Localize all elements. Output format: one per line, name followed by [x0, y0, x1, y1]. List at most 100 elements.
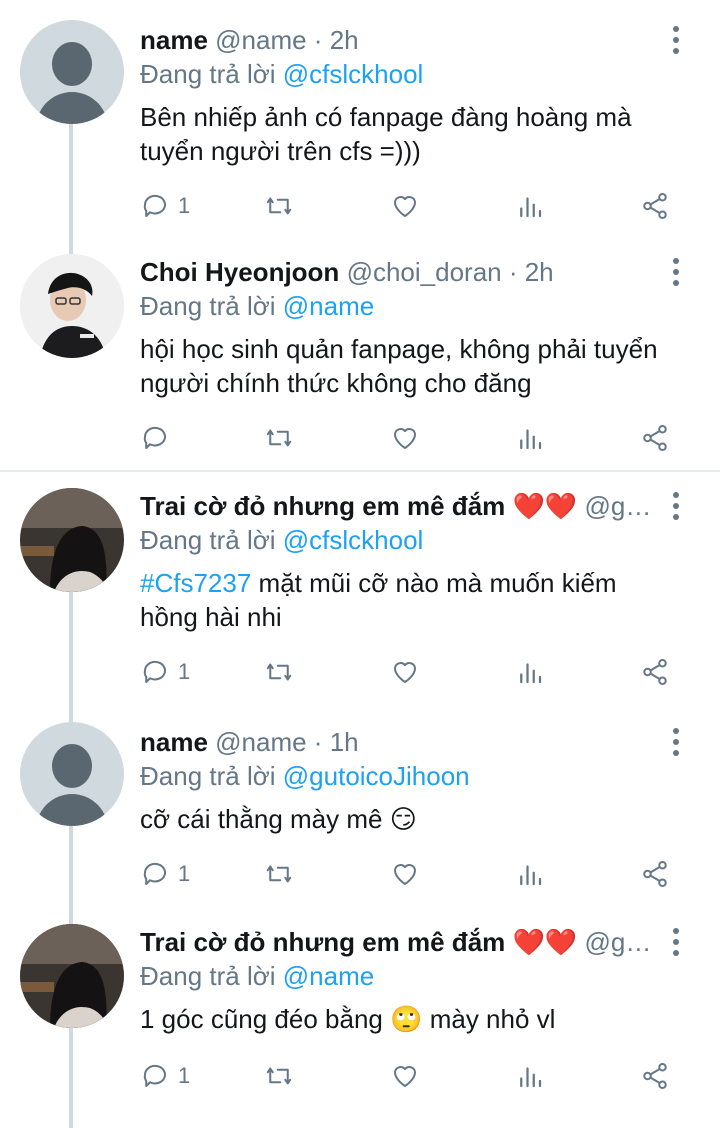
reply-button[interactable]: 1	[140, 1059, 190, 1093]
avatar[interactable]	[20, 254, 124, 358]
analytics-button[interactable]	[515, 189, 545, 223]
tweet-text: hội học sinh quản fanpage, không phải tu…	[140, 334, 658, 398]
display-name[interactable]: name	[140, 25, 208, 55]
retweet-button[interactable]	[264, 655, 294, 689]
analytics-button[interactable]	[515, 655, 545, 689]
thread-connector	[69, 1026, 73, 1128]
mention-link[interactable]: @name	[283, 961, 374, 991]
like-button[interactable]	[390, 1059, 420, 1093]
like-button[interactable]	[390, 655, 420, 689]
analytics-icon	[520, 1067, 542, 1088]
like-button[interactable]	[390, 421, 420, 455]
handle-and-time: @g…	[584, 927, 652, 957]
reply-button[interactable]: 1	[140, 189, 190, 223]
reply-count: 1	[178, 193, 191, 218]
share-button[interactable]	[640, 1059, 670, 1093]
mention-link[interactable]: @cfslckhool	[283, 59, 424, 89]
retweet-button[interactable]	[264, 421, 294, 455]
like-button[interactable]	[390, 189, 420, 223]
share-icon	[643, 425, 667, 451]
retweet-button[interactable]	[264, 857, 294, 891]
mention-link[interactable]: @cfslckhool	[283, 525, 424, 555]
tweet-content[interactable]: Trai cờ đỏ nhưng em mê đắm ❤️❤️ @g… Đang…	[140, 926, 658, 1036]
more-vertical-icon[interactable]	[666, 490, 686, 522]
mention-link[interactable]: @name	[283, 291, 374, 321]
thread-connector	[69, 592, 73, 722]
share-icon	[643, 1063, 667, 1089]
more-vertical-icon[interactable]	[666, 926, 686, 958]
analytics-icon	[520, 429, 542, 450]
avatar-photo	[20, 488, 124, 592]
divider	[0, 470, 720, 472]
tweet-text: cỡ cái thằng mày mê 😏	[140, 804, 417, 834]
reply-count: 1	[178, 861, 191, 886]
heart-icon	[394, 864, 416, 885]
retweet-icon	[266, 1067, 292, 1085]
share-icon	[643, 193, 667, 219]
avatar[interactable]	[20, 924, 124, 1028]
retweet-icon	[266, 865, 292, 883]
replying-to: Đang trả lời @name	[140, 961, 375, 991]
replying-to: Đang trả lời @cfslckhool	[140, 59, 424, 89]
reply-button[interactable]: 1	[140, 655, 190, 689]
replying-to: Đang trả lời @cfslckhool	[140, 525, 424, 555]
handle-and-time: @g…	[584, 491, 652, 521]
like-button[interactable]	[390, 857, 420, 891]
analytics-icon	[520, 865, 542, 886]
retweet-icon	[266, 663, 292, 681]
avatar-photo	[20, 254, 124, 358]
share-button[interactable]	[640, 655, 670, 689]
tweet-actions	[140, 421, 670, 455]
reply-count: 1	[178, 659, 191, 684]
tweet-text: Bên nhiếp ảnh có fanpage đàng hoàng mà t…	[140, 102, 632, 166]
tweet-content[interactable]: Trai cờ đỏ nhưng em mê đắm ❤️❤️ @g… Đang…	[140, 490, 658, 634]
analytics-button[interactable]	[515, 857, 545, 891]
share-icon	[643, 659, 667, 685]
more-vertical-icon[interactable]	[666, 726, 686, 758]
reply-icon	[143, 426, 166, 449]
retweet-icon	[266, 429, 292, 447]
tweet-actions: 1	[140, 857, 670, 891]
analytics-button[interactable]	[515, 421, 545, 455]
heart-icon	[394, 428, 416, 449]
tweet-actions: 1	[140, 189, 670, 223]
avatar[interactable]	[20, 20, 124, 124]
replying-to: Đang trả lời @name	[140, 291, 375, 321]
display-name[interactable]: Trai cờ đỏ nhưng em mê đắm ❤️❤️	[140, 927, 577, 957]
tweet-text: 1 góc cũng đéo bằng 🙄 mày nhỏ vl	[140, 1004, 556, 1034]
analytics-button[interactable]	[515, 1059, 545, 1093]
mention-link[interactable]: @gutoicoJihoon	[283, 761, 470, 791]
tweet-actions: 1	[140, 655, 670, 689]
tweet-content[interactable]: name @name · 2h Đang trả lời @cfslckhool…	[140, 24, 658, 168]
display-name[interactable]: Choi Hyeonjoon	[140, 257, 339, 287]
reply-button[interactable]	[140, 421, 178, 455]
analytics-icon	[520, 663, 542, 684]
avatar[interactable]	[20, 488, 124, 592]
heart-icon	[394, 196, 416, 217]
analytics-icon	[520, 197, 542, 218]
handle-and-time: @name · 1h	[215, 727, 359, 757]
reply-button[interactable]: 1	[140, 857, 190, 891]
reply-icon	[143, 194, 166, 217]
reply-icon	[143, 660, 166, 683]
display-name[interactable]: name	[140, 727, 208, 757]
more-vertical-icon[interactable]	[666, 256, 686, 288]
heart-icon	[394, 662, 416, 683]
thread-connector	[69, 824, 73, 924]
more-vertical-icon[interactable]	[666, 24, 686, 56]
hashtag-link[interactable]: #Cfs7237	[140, 568, 251, 598]
avatar[interactable]	[20, 722, 124, 826]
tweet-actions: 1	[140, 1059, 670, 1093]
retweet-button[interactable]	[264, 1059, 294, 1093]
reply-icon	[143, 1064, 166, 1087]
share-button[interactable]	[640, 189, 670, 223]
share-button[interactable]	[640, 421, 670, 455]
display-name[interactable]: Trai cờ đỏ nhưng em mê đắm ❤️❤️	[140, 491, 577, 521]
tweet-content[interactable]: name @name · 1h Đang trả lời @gutoicoJih…	[140, 726, 658, 836]
share-button[interactable]	[640, 857, 670, 891]
thread-connector	[69, 120, 73, 255]
retweet-button[interactable]	[264, 189, 294, 223]
share-icon	[643, 861, 667, 887]
tweet-content[interactable]: Choi Hyeonjoon @choi_doran · 2h Đang trả…	[140, 256, 658, 400]
replying-to: Đang trả lời @gutoicoJihoon	[140, 761, 470, 791]
